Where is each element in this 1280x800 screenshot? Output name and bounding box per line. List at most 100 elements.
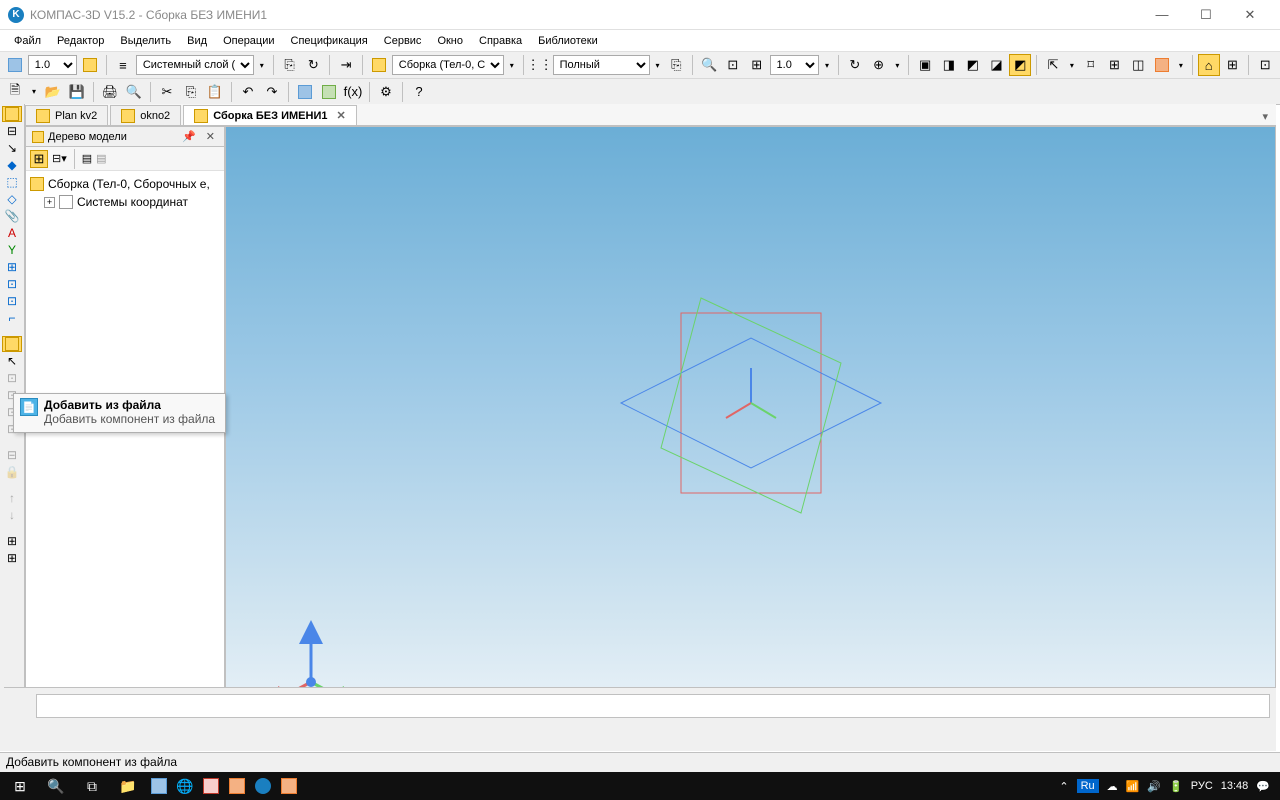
tb-btn-6[interactable]: ⋮⋮ xyxy=(529,54,551,76)
tb-btn-g[interactable]: ⊞ xyxy=(1222,54,1244,76)
tray-net-icon[interactable]: 📶 xyxy=(1126,780,1140,793)
close-icon[interactable]: ✕ xyxy=(336,109,345,122)
tab-assembly[interactable]: Сборка БЕЗ ИМЕНИ1 ✕ xyxy=(183,105,357,125)
ltb-22[interactable]: ↑ xyxy=(2,490,22,506)
chrome-icon[interactable]: 🌐 xyxy=(172,772,198,800)
cut-icon[interactable]: ✂ xyxy=(156,81,178,103)
layer-combo[interactable]: Системный слой (0) xyxy=(136,55,254,75)
tb-btn-a[interactable]: ⇱ xyxy=(1042,54,1064,76)
tray-batt-icon[interactable]: 🔋 xyxy=(1169,780,1183,793)
assembly-drop[interactable]: ▾ xyxy=(506,61,518,70)
copy-icon[interactable]: ⎘ xyxy=(180,81,202,103)
print-icon[interactable]: 🖨 xyxy=(99,81,121,103)
menu-editor[interactable]: Редактор xyxy=(49,33,112,49)
pinned-1[interactable] xyxy=(146,772,172,800)
tb-btn-b[interactable]: ⌑ xyxy=(1080,54,1102,76)
ltb-7[interactable]: 📎 xyxy=(2,208,22,224)
menu-operations[interactable]: Операции xyxy=(215,33,282,49)
tb-btn-5[interactable] xyxy=(368,54,390,76)
tree-root-node[interactable]: Сборка (Тел-0, Сборочных е, xyxy=(30,175,220,193)
minimize-button[interactable]: — xyxy=(1140,1,1184,29)
3d-viewport[interactable]: Z X Y xyxy=(225,126,1276,751)
tb-btn-h[interactable]: ⊡ xyxy=(1254,54,1276,76)
paste-icon[interactable]: 📋 xyxy=(204,81,226,103)
ltb-23[interactable]: ↓ xyxy=(2,507,22,523)
wireframe-icon[interactable]: ▣ xyxy=(914,54,936,76)
lang-ru[interactable]: Ru xyxy=(1077,779,1099,793)
menu-window[interactable]: Окно xyxy=(429,33,471,49)
vars-icon[interactable] xyxy=(318,81,340,103)
ltb-9[interactable]: Y xyxy=(2,242,22,258)
ltb-16[interactable]: ⊡ xyxy=(2,370,22,386)
orient-icon[interactable]: ⊕ xyxy=(868,54,890,76)
ltb-12[interactable]: ⊡ xyxy=(2,293,22,309)
save-icon[interactable]: 💾 xyxy=(66,81,88,103)
assembly-combo[interactable]: Сборка (Тел-0, Сборочных е xyxy=(392,55,504,75)
explorer-icon[interactable]: 📁 xyxy=(110,772,146,800)
close-icon[interactable]: ✕ xyxy=(203,130,218,143)
ltb-21[interactable]: 🔒 xyxy=(2,464,22,480)
zoom-in-icon[interactable]: 🔍 xyxy=(698,54,720,76)
command-input[interactable] xyxy=(36,694,1270,718)
ltb-20[interactable]: ⊟ xyxy=(2,447,22,463)
hidden-removed-icon[interactable]: ◨ xyxy=(938,54,960,76)
ltb-add-from-file[interactable] xyxy=(2,336,22,352)
ltb-13[interactable]: ⌐ xyxy=(2,310,22,326)
shaded-edges-active-icon[interactable]: ◩ xyxy=(1009,54,1031,76)
menu-select[interactable]: Выделить xyxy=(112,33,179,49)
tray-vol-icon[interactable]: 🔊 xyxy=(1147,780,1161,793)
tb-btn-e[interactable] xyxy=(1151,54,1173,76)
tray-cloud-icon[interactable]: ☁ xyxy=(1107,780,1118,793)
tb-btn-3[interactable]: ↻ xyxy=(302,54,324,76)
props-icon[interactable] xyxy=(294,81,316,103)
tb-btn-c[interactable]: ⊞ xyxy=(1104,54,1126,76)
ltb-11[interactable]: ⊡ xyxy=(2,276,22,292)
tree-child-node[interactable]: + Системы координат xyxy=(30,193,220,211)
pinned-3[interactable] xyxy=(198,772,224,800)
zoom-window-icon[interactable]: ⊡ xyxy=(722,54,744,76)
tb-btn-d[interactable]: ◫ xyxy=(1127,54,1149,76)
display-drop[interactable]: ▾ xyxy=(652,61,664,70)
ltb-assembly-edit[interactable] xyxy=(2,106,22,122)
menu-help[interactable]: Справка xyxy=(471,33,530,49)
ltb-5[interactable]: ⬚ xyxy=(2,174,22,190)
ltb-3[interactable]: ↘ xyxy=(2,140,22,156)
orient-drop[interactable]: ▾ xyxy=(891,61,903,70)
start-button[interactable]: ⊞ xyxy=(2,772,38,800)
layer-icon[interactable]: ≡ xyxy=(112,54,134,76)
ltb-25[interactable]: ⊞ xyxy=(2,550,22,566)
tab-okno2[interactable]: okno2 xyxy=(110,105,181,125)
pinned-6[interactable] xyxy=(276,772,302,800)
snap-icon[interactable] xyxy=(4,54,26,76)
maximize-button[interactable]: ☐ xyxy=(1184,1,1228,29)
clock[interactable]: 13:48 xyxy=(1221,780,1249,792)
help-icon[interactable]: ? xyxy=(408,81,430,103)
ltb-10[interactable]: ⊞ xyxy=(2,259,22,275)
tb-btn-4[interactable]: ⇥ xyxy=(335,54,357,76)
shaded-icon[interactable]: ◩ xyxy=(962,54,984,76)
pinned-4[interactable] xyxy=(224,772,250,800)
tab-plan-kv2[interactable]: Plan kv2 xyxy=(25,105,108,125)
display-combo[interactable]: Полный xyxy=(553,55,650,75)
tray-notif-icon[interactable]: 💬 xyxy=(1256,780,1270,793)
ltb-6[interactable]: ◇ xyxy=(2,191,22,207)
tree-mode-icon[interactable]: ⊞ xyxy=(30,150,48,168)
tb-btn-2[interactable]: ⎘ xyxy=(279,54,301,76)
layer-drop[interactable]: ▾ xyxy=(256,61,268,70)
preview-icon[interactable]: 🔍 xyxy=(123,81,145,103)
expand-icon[interactable]: + xyxy=(44,197,55,208)
lang-rus[interactable]: РУС xyxy=(1191,780,1213,792)
menu-file[interactable]: Файл xyxy=(6,33,49,49)
search-button[interactable]: 🔍 xyxy=(38,772,74,800)
tb-btn-f[interactable]: ⌂ xyxy=(1198,54,1220,76)
menu-service[interactable]: Сервис xyxy=(376,33,430,49)
tb-btn-1[interactable] xyxy=(79,54,101,76)
undo-icon[interactable]: ↶ xyxy=(237,81,259,103)
open-icon[interactable]: 📂 xyxy=(42,81,64,103)
tb-btn-7[interactable]: ⎘ xyxy=(665,54,687,76)
scale-combo-2[interactable]: 1.0 xyxy=(770,55,820,75)
task-view-button[interactable]: ⧉ xyxy=(74,772,110,800)
tree-tb-2[interactable]: ⊟▾ xyxy=(52,152,67,165)
menu-libraries[interactable]: Библиотеки xyxy=(530,33,606,49)
rotate-icon[interactable]: ↻ xyxy=(844,54,866,76)
